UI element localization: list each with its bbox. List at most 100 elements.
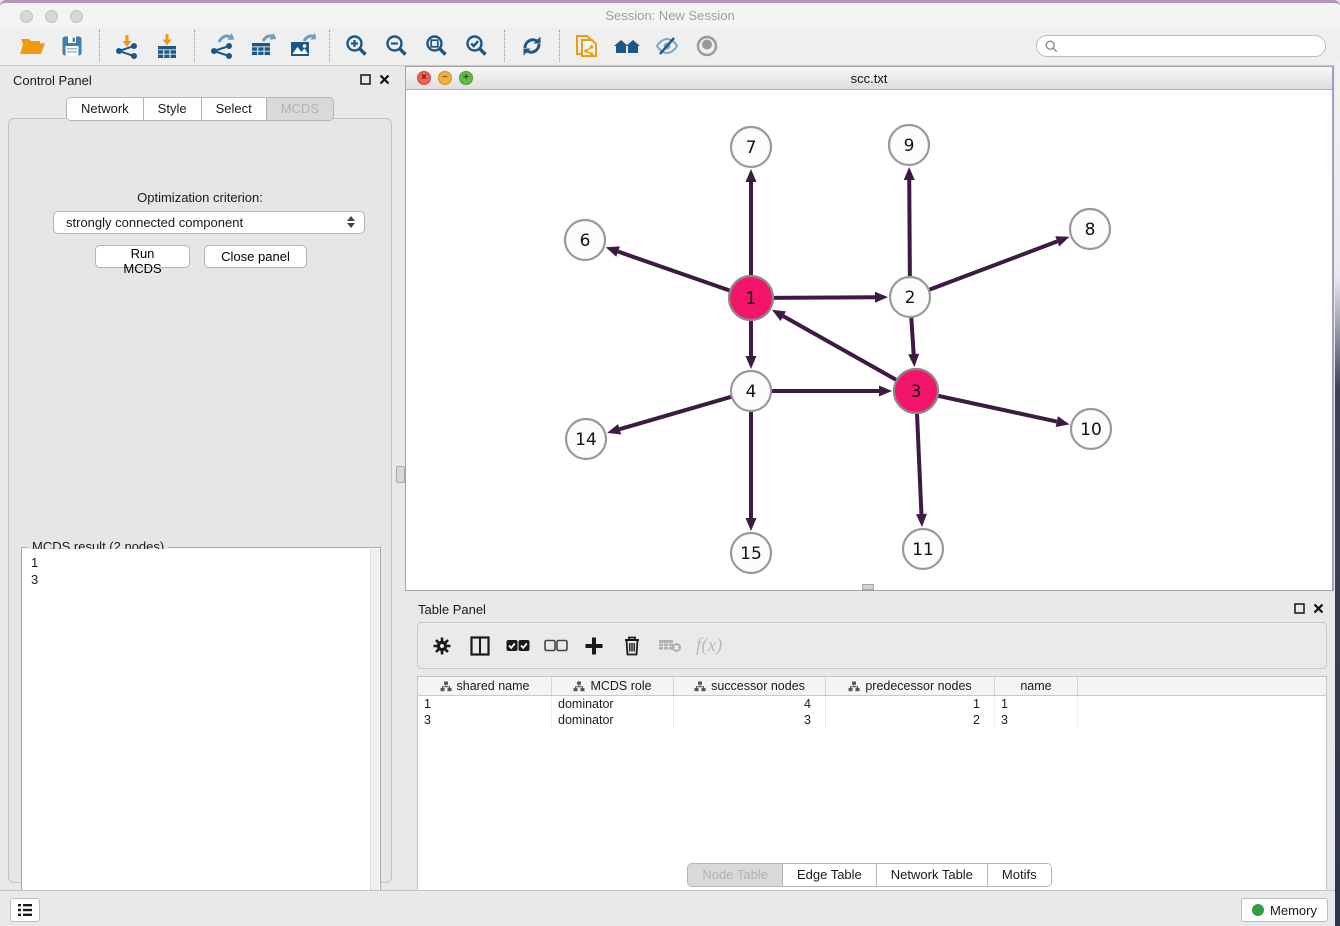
refresh-icon[interactable]: [512, 28, 552, 64]
settings-gear-icon[interactable]: [430, 632, 454, 660]
table-row[interactable]: 1dominator411: [418, 696, 1326, 712]
table-cell: 1: [995, 696, 1078, 712]
panel-divider-grip[interactable]: [396, 466, 405, 483]
graph-node-2[interactable]: 2: [890, 277, 930, 317]
tab-network[interactable]: Network: [67, 98, 144, 120]
column-header-MCDS-role[interactable]: MCDS role: [552, 677, 674, 695]
graph-node-14[interactable]: 14: [566, 419, 606, 459]
select-all-checkboxes-icon[interactable]: [506, 632, 530, 660]
graph-node-4[interactable]: 4: [731, 371, 771, 411]
open-file-icon[interactable]: [12, 28, 52, 64]
tab-style[interactable]: Style: [144, 98, 202, 120]
graph-edge-1-7[interactable]: [746, 169, 757, 278]
toolbar-separator: [194, 30, 195, 62]
delete-column-trash-icon[interactable]: [620, 632, 644, 660]
table-tab-network-table[interactable]: Network Table: [877, 864, 988, 886]
graph-node-3[interactable]: 3: [894, 369, 938, 413]
show-details-eye-icon[interactable]: [687, 28, 727, 64]
column-header-name[interactable]: name: [995, 677, 1078, 695]
table-tab-node-table[interactable]: Node Table: [688, 864, 783, 886]
graph-edge-1-6[interactable]: [606, 246, 732, 291]
status-bar: Memory: [0, 890, 1340, 926]
graph-node-6[interactable]: 6: [565, 220, 605, 260]
svg-text:8: 8: [1085, 220, 1096, 240]
export-table-icon[interactable]: [242, 28, 282, 64]
toolbar-separator: [504, 30, 505, 62]
svg-text:2: 2: [905, 288, 916, 308]
canvas-resize-grip[interactable]: [862, 584, 874, 590]
table-panel-tabs: Node TableEdge TableNetwork TableMotifs: [405, 863, 1334, 887]
zoom-selected-icon[interactable]: [457, 28, 497, 64]
column-header-shared-name[interactable]: shared name: [418, 677, 552, 695]
close-panel-button[interactable]: Close panel: [204, 245, 307, 268]
table-tab-motifs[interactable]: Motifs: [988, 864, 1051, 886]
graph-node-15[interactable]: 15: [731, 533, 771, 573]
column-header-filler: [1078, 677, 1326, 695]
svg-text:9: 9: [904, 136, 915, 156]
criterion-dropdown[interactable]: strongly connected component: [53, 211, 365, 234]
graph-edge-3-10[interactable]: [936, 395, 1070, 427]
tab-mcds[interactable]: MCDS: [267, 98, 333, 120]
float-panel-icon[interactable]: [360, 74, 371, 85]
graph-edge-1-4[interactable]: [746, 318, 757, 369]
memory-button[interactable]: Memory: [1241, 898, 1328, 922]
task-history-button[interactable]: [10, 898, 40, 922]
table-cell: 1: [418, 696, 552, 712]
add-column-icon[interactable]: [582, 632, 606, 660]
float-table-panel-icon[interactable]: [1294, 603, 1305, 614]
search-field[interactable]: [1036, 35, 1326, 57]
svg-text:7: 7: [746, 138, 757, 158]
mcds-result-list[interactable]: 1 3: [23, 549, 379, 926]
graph-edge-4-3[interactable]: [769, 386, 892, 397]
graph-node-7[interactable]: 7: [731, 127, 771, 167]
export-network-icon[interactable]: [202, 28, 242, 64]
column-header-predecessor-nodes[interactable]: predecessor nodes: [826, 677, 995, 695]
delete-table-icon[interactable]: [658, 632, 682, 660]
node-table: shared nameMCDS rolesuccessor nodesprede…: [417, 676, 1327, 926]
export-image-icon[interactable]: [282, 28, 322, 64]
tab-select[interactable]: Select: [202, 98, 267, 120]
graph-node-9[interactable]: 9: [889, 125, 929, 165]
graph-node-8[interactable]: 8: [1070, 209, 1110, 249]
zoom-fit-icon[interactable]: [417, 28, 457, 64]
import-network-icon[interactable]: [107, 28, 147, 64]
clone-network-icon[interactable]: [567, 28, 607, 64]
control-panel: Control Panel Optimization criterion: st…: [0, 66, 400, 884]
hierarchy-icon: [694, 681, 706, 692]
graph-edge-4-15[interactable]: [746, 409, 757, 531]
graph-node-11[interactable]: 11: [903, 529, 943, 569]
close-panel-icon[interactable]: [379, 74, 390, 85]
search-input[interactable]: [1063, 39, 1317, 53]
zoom-in-icon[interactable]: [337, 28, 377, 64]
graph-edge-2-3[interactable]: [908, 315, 919, 367]
table-row[interactable]: 3dominator323: [418, 712, 1326, 728]
svg-text:11: 11: [912, 540, 934, 560]
deselect-all-checkboxes-icon[interactable]: [544, 632, 568, 660]
control-panel-title: Control Panel: [13, 73, 92, 88]
graph-node-1[interactable]: 1: [729, 276, 773, 320]
result-scrollbar[interactable]: [370, 549, 379, 926]
hide-details-eye-icon[interactable]: [647, 28, 687, 64]
graph-edge-2-9[interactable]: [904, 167, 915, 279]
network-view-window: × − + scc.txt 7968124314101511: [405, 66, 1334, 591]
column-header-successor-nodes[interactable]: successor nodes: [674, 677, 826, 695]
home-view-icon[interactable]: [607, 28, 647, 64]
column-layout-icon[interactable]: [468, 632, 492, 660]
svg-text:1: 1: [746, 289, 757, 309]
network-canvas[interactable]: 7 9 6 8 1 2 4 3 14 10 15 11: [406, 91, 1332, 590]
import-table-icon[interactable]: [147, 28, 187, 64]
graph-node-10[interactable]: 10: [1071, 409, 1111, 449]
function-builder-icon[interactable]: f(x): [696, 632, 722, 660]
table-tab-edge-table[interactable]: Edge Table: [783, 864, 877, 886]
graph-edge-2-8[interactable]: [927, 236, 1070, 290]
graph-edge-1-2[interactable]: [771, 292, 888, 303]
table-cell: 3: [995, 712, 1078, 728]
graph-edge-3-1[interactable]: [772, 310, 899, 381]
save-session-icon[interactable]: [52, 28, 92, 64]
close-table-panel-icon[interactable]: [1313, 603, 1324, 614]
tab-group: NetworkStyleSelectMCDS: [66, 97, 334, 121]
graph-edge-3-11[interactable]: [916, 411, 927, 527]
run-mcds-button[interactable]: Run MCDS: [95, 245, 190, 268]
zoom-out-icon[interactable]: [377, 28, 417, 64]
graph-edge-4-14[interactable]: [607, 396, 734, 434]
